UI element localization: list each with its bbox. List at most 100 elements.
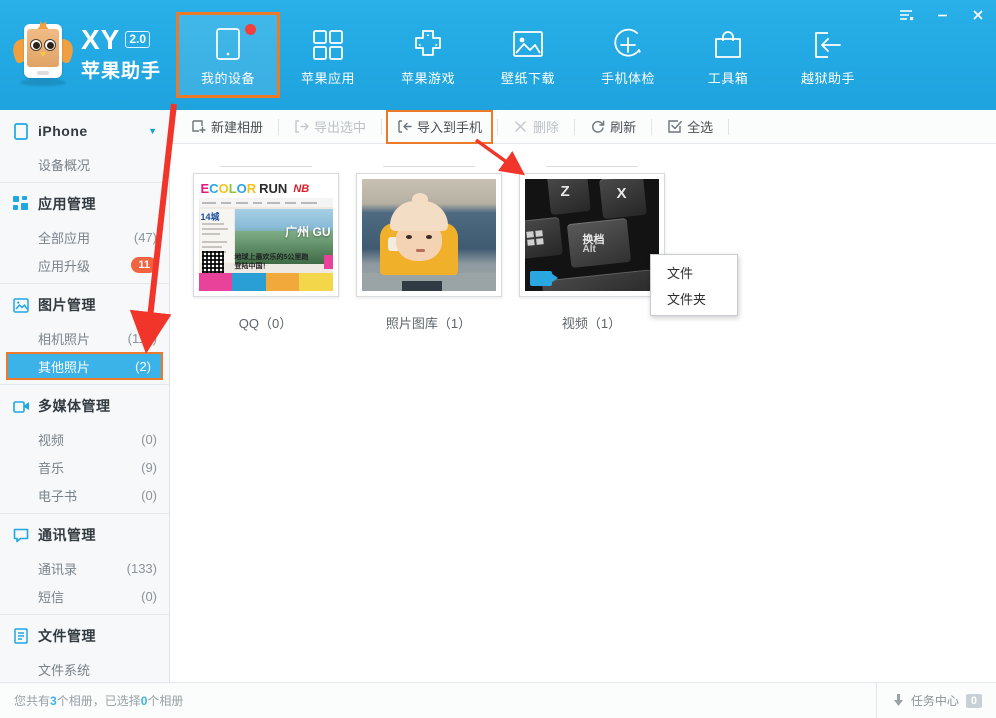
nav-label: 越狱助手 xyxy=(800,70,855,86)
brand-subtitle: 苹果助手 xyxy=(81,60,162,82)
nav-item-jailbreak[interactable]: 越狱助手 xyxy=(778,14,878,96)
sidebar-group-app-manage[interactable]: 应用管理 xyxy=(0,187,169,221)
close-x-icon xyxy=(513,119,528,134)
key-label-alt-en: Alt xyxy=(582,244,596,255)
sidebar-item-contacts[interactable]: 通讯录 (133) xyxy=(0,554,169,582)
sidebar-group-title: 多媒体管理 xyxy=(38,398,111,414)
sidebar-item-label: 通讯录 xyxy=(38,561,78,577)
album-stack-line xyxy=(219,166,312,167)
new-album-icon xyxy=(191,119,206,134)
sidebar-group-title: 应用管理 xyxy=(38,196,96,212)
nav-item-wallpaper[interactable]: 壁纸下载 xyxy=(478,14,578,96)
sidebar-item-all-apps[interactable]: 全部应用 (47) xyxy=(0,223,169,251)
sidebar-group-title: iPhone xyxy=(38,123,88,139)
checkbox-icon xyxy=(667,119,682,134)
minimize-icon[interactable] xyxy=(924,0,960,30)
album-label: 照片图库（1） xyxy=(385,316,472,331)
toolbar-label: 删除 xyxy=(533,120,560,135)
album-item-qq[interactable]: ECOLOR RUN NB 14城 广州 GU 地球上最欢乐的5公里跑 登陆中国… xyxy=(184,158,347,332)
sidebar-item-ebooks[interactable]: 电子书 (0) xyxy=(0,481,169,509)
nav-label: 苹果游戏 xyxy=(400,70,455,86)
new-album-button[interactable]: 新建相册 xyxy=(182,114,272,140)
top-navigation-bar: XY 2.0 苹果助手 我的设备 苹果应用 苹果游戏 壁纸下载 手机体检 工具箱… xyxy=(0,0,996,110)
divider xyxy=(0,614,169,615)
sidebar-item-count: (133) xyxy=(126,560,157,576)
import-dropdown-menu: 文件 文件夹 xyxy=(650,254,738,316)
toolbar-label: 新建相册 xyxy=(211,120,264,135)
sidebar-item-device-overview[interactable]: 设备概况 xyxy=(0,150,169,178)
nav-label: 手机体检 xyxy=(600,70,655,86)
divider xyxy=(278,118,280,135)
dropdown-item-folder[interactable]: 文件夹 xyxy=(651,285,737,311)
album-stack-line xyxy=(545,166,638,167)
divider xyxy=(728,118,730,135)
toolbar-label: 导出选中 xyxy=(314,120,367,135)
sidebar-item-sms[interactable]: 短信 (0) xyxy=(0,582,169,610)
sidebar-group-contact-manage[interactable]: 通讯管理 xyxy=(0,518,169,552)
task-center-button[interactable]: 任务中心 0 xyxy=(875,683,996,718)
video-icon xyxy=(12,397,30,415)
nav-item-my-device[interactable]: 我的设备 xyxy=(176,12,280,98)
refresh-button[interactable]: 刷新 xyxy=(581,114,645,140)
divider xyxy=(0,513,169,514)
nav-item-apple-games[interactable]: 苹果游戏 xyxy=(378,14,478,96)
sidebar-item-file-system[interactable]: 文件系统 xyxy=(0,655,169,682)
sidebar-item-videos[interactable]: 视频 (0) xyxy=(0,425,169,453)
sidebar-item-label: 全部应用 xyxy=(38,230,91,246)
album-item-library[interactable]: 照片图库（1） xyxy=(347,158,510,332)
close-icon[interactable] xyxy=(960,0,996,30)
sidebar-item-camera-photos[interactable]: 相机照片 (116) xyxy=(0,324,169,352)
select-all-button[interactable]: 全选 xyxy=(658,114,722,140)
nav-label: 工具箱 xyxy=(707,70,749,86)
main-nav: 我的设备 苹果应用 苹果游戏 壁纸下载 手机体检 工具箱 越狱助手 xyxy=(176,12,878,98)
sidebar-group-file-manage[interactable]: 文件管理 xyxy=(0,619,169,653)
status-bar: 您共有3个相册，已选择 0 个相册 任务中心 0 xyxy=(0,682,996,718)
sidebar-group-photo-manage[interactable]: 图片管理 xyxy=(0,288,169,322)
menu-icon[interactable] xyxy=(888,0,924,30)
sidebar-item-label: 文件系统 xyxy=(38,662,91,678)
nav-label: 壁纸下载 xyxy=(500,70,555,86)
dropdown-item-file[interactable]: 文件 xyxy=(651,259,737,285)
brand-version-badge: 2.0 xyxy=(125,30,151,49)
download-arrow-icon xyxy=(893,694,904,707)
video-badge-icon xyxy=(529,271,558,286)
toolbar-label: 全选 xyxy=(687,120,714,135)
key-label-z: Z xyxy=(560,183,570,200)
divider xyxy=(0,384,169,385)
sidebar-item-count: (116) xyxy=(127,330,157,346)
action-toolbar: 新建相册 导出选中 导入到手机 删除 刷新 全选 xyxy=(170,109,996,144)
sidebar: iPhone ▼ 设备概况 应用管理 全部应用 (47) 应用升级 11 图片管… xyxy=(0,110,170,682)
sidebar-item-count: (0) xyxy=(141,487,157,503)
chevron-down-icon[interactable]: ▼ xyxy=(148,126,157,136)
nav-item-phone-check[interactable]: 手机体检 xyxy=(578,14,678,96)
sidebar-item-count: (0) xyxy=(141,588,157,604)
status-text-middle: 个相册，已选择 xyxy=(56,694,141,708)
album-item-video[interactable]: Z X 换档 Alt 视频（1） xyxy=(510,158,673,332)
import-icon xyxy=(397,119,412,134)
status-text-after: 个相册 xyxy=(147,694,184,708)
document-icon xyxy=(12,627,30,645)
nav-item-apple-apps[interactable]: 苹果应用 xyxy=(278,14,378,96)
app-logo: XY 2.0 苹果助手 xyxy=(0,19,170,86)
toolbar-label: 导入到手机 xyxy=(417,120,483,135)
nav-item-toolbox[interactable]: 工具箱 xyxy=(678,14,778,96)
export-icon xyxy=(294,119,309,134)
nav-label: 苹果应用 xyxy=(300,70,355,86)
sidebar-group-device[interactable]: iPhone ▼ xyxy=(0,114,169,148)
export-selected-button[interactable]: 导出选中 xyxy=(285,114,375,140)
import-to-phone-button[interactable]: 导入到手机 xyxy=(386,109,494,144)
album-status-text: 您共有3个相册，已选择0个相册 xyxy=(0,692,876,709)
divider xyxy=(497,118,499,135)
sidebar-item-label: 应用升级 xyxy=(38,258,91,274)
delete-button[interactable]: 删除 xyxy=(504,114,568,140)
sidebar-item-music[interactable]: 音乐 (9) xyxy=(0,453,169,481)
main-panel: 新建相册 导出选中 导入到手机 删除 刷新 全选 E C O L O R RUN… xyxy=(170,109,996,682)
divider xyxy=(574,118,576,135)
window-controls xyxy=(888,0,996,30)
divider xyxy=(381,118,383,135)
image-icon xyxy=(12,296,30,314)
sidebar-group-media-manage[interactable]: 多媒体管理 xyxy=(0,389,169,423)
sidebar-item-app-upgrade[interactable]: 应用升级 11 xyxy=(0,251,169,279)
sidebar-group-title: 通讯管理 xyxy=(38,527,96,543)
sidebar-item-other-photos[interactable]: 其他照片 (2) xyxy=(6,352,163,380)
